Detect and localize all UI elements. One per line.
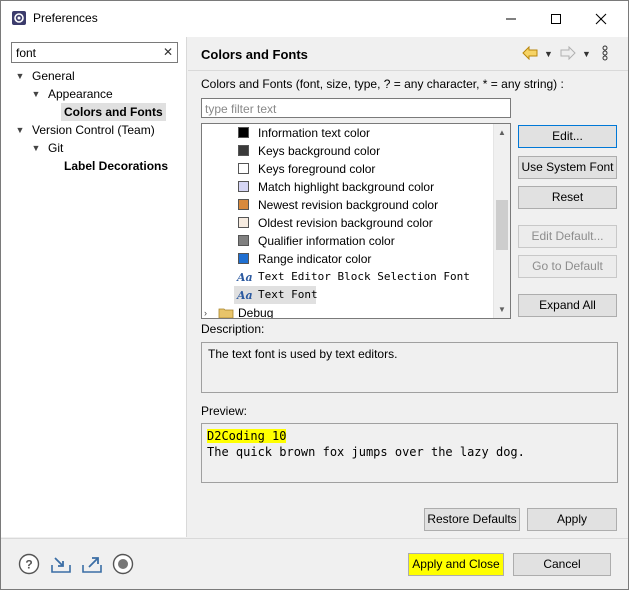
maximize-icon[interactable] bbox=[533, 1, 578, 37]
apply-and-close-button[interactable]: Apply and Close bbox=[408, 553, 504, 576]
description-text: The text font is used by text editors. bbox=[208, 347, 398, 361]
color-swatch bbox=[238, 145, 249, 156]
preview-sample-text: The quick brown fox jumps over the lazy … bbox=[207, 445, 525, 459]
cancel-button[interactable]: Cancel bbox=[513, 553, 611, 576]
tree-item-general[interactable]: General bbox=[32, 67, 75, 85]
export-icon[interactable] bbox=[81, 553, 103, 575]
apply-button[interactable]: Apply bbox=[527, 508, 617, 531]
forward-history-dropdown-icon[interactable]: ▼ bbox=[582, 49, 591, 59]
font-icon: Aa bbox=[237, 289, 253, 302]
page-header: Colors and Fonts ▼ ▼ bbox=[188, 37, 628, 71]
expand-all-button[interactable]: Expand All bbox=[518, 294, 617, 317]
edit-default-button[interactable]: Edit Default... bbox=[518, 225, 617, 248]
list-item-selected[interactable]: Aa Text Font bbox=[202, 286, 322, 304]
font-icon: Aa bbox=[237, 271, 253, 284]
svg-text:?: ? bbox=[25, 558, 32, 572]
color-swatch bbox=[238, 181, 249, 192]
scroll-down-icon[interactable]: ▼ bbox=[494, 301, 510, 318]
clear-search-icon[interactable]: ✕ bbox=[163, 45, 173, 59]
restore-defaults-button[interactable]: Restore Defaults bbox=[424, 508, 520, 531]
use-system-font-button[interactable]: Use System Font bbox=[518, 156, 617, 179]
filter-input[interactable]: type filter text bbox=[201, 98, 511, 118]
go-to-default-button[interactable]: Go to Default bbox=[518, 255, 617, 278]
color-swatch bbox=[238, 235, 249, 246]
back-history-dropdown-icon[interactable]: ▼ bbox=[544, 49, 553, 59]
import-icon[interactable] bbox=[50, 553, 72, 575]
list-scrollbar[interactable]: ▲ ▼ bbox=[493, 124, 510, 318]
page-title: Colors and Fonts bbox=[201, 47, 308, 62]
preference-search-input[interactable]: font ✕ bbox=[11, 42, 178, 63]
back-arrow-icon[interactable] bbox=[522, 46, 538, 60]
color-swatch bbox=[238, 199, 249, 210]
forward-arrow-icon[interactable] bbox=[560, 46, 576, 60]
window-title: Preferences bbox=[33, 11, 98, 25]
page-intro-label: Colors and Fonts (font, size, type, ? = … bbox=[201, 77, 564, 91]
expand-debug-icon[interactable]: › bbox=[204, 304, 207, 318]
collapse-general-icon[interactable]: ▼ bbox=[15, 67, 25, 85]
minimize-icon[interactable] bbox=[488, 1, 533, 37]
preferences-window: Preferences font ✕ ▼ General ▼ Appearanc… bbox=[0, 0, 629, 590]
tree-item-version-control[interactable]: Version Control (Team) bbox=[32, 121, 155, 139]
preview-box: D2Coding 10 The quick brown fox jumps ov… bbox=[201, 423, 618, 483]
color-swatch bbox=[238, 127, 249, 138]
filter-placeholder: type filter text bbox=[205, 102, 277, 116]
preferences-app-icon bbox=[12, 11, 26, 25]
reset-button[interactable]: Reset bbox=[518, 186, 617, 209]
preview-label: Preview: bbox=[201, 404, 248, 418]
view-menu-icon[interactable] bbox=[601, 45, 609, 61]
tree-item-git[interactable]: Git bbox=[48, 139, 63, 157]
collapse-appearance-icon[interactable]: ▼ bbox=[31, 85, 41, 103]
description-label: Description: bbox=[201, 322, 265, 336]
help-icon[interactable]: ? bbox=[18, 553, 40, 575]
collapse-git-icon[interactable]: ▼ bbox=[31, 139, 41, 157]
color-swatch bbox=[238, 217, 249, 228]
close-icon[interactable] bbox=[578, 1, 623, 37]
folder-icon bbox=[218, 308, 234, 318]
scroll-up-icon[interactable]: ▲ bbox=[494, 124, 510, 141]
record-icon[interactable] bbox=[112, 553, 134, 575]
color-swatch bbox=[238, 253, 249, 264]
preference-tree-panel: font ✕ ▼ General ▼ Appearance Colors and… bbox=[1, 37, 187, 537]
search-value: font bbox=[16, 46, 37, 60]
color-swatch bbox=[238, 163, 249, 174]
dialog-button-bar: ? Apply and Close Cancel bbox=[1, 538, 628, 589]
description-box: The text font is used by text editors. bbox=[201, 342, 618, 393]
colors-fonts-tree[interactable]: Information text color Keys background c… bbox=[201, 123, 511, 319]
scroll-thumb[interactable] bbox=[496, 200, 508, 250]
title-bar: Preferences bbox=[1, 1, 628, 37]
tree-item-appearance[interactable]: Appearance bbox=[48, 85, 113, 103]
edit-button[interactable]: Edit... bbox=[518, 125, 617, 148]
tree-item-label-decorations[interactable]: Label Decorations bbox=[64, 157, 168, 175]
tree-item-colors-and-fonts[interactable]: Colors and Fonts bbox=[61, 103, 166, 121]
colors-and-fonts-page: Colors and Fonts (font, size, type, ? = … bbox=[188, 72, 628, 537]
preview-font-name: D2Coding 10 bbox=[207, 429, 287, 443]
collapse-version-control-icon[interactable]: ▼ bbox=[15, 121, 25, 139]
